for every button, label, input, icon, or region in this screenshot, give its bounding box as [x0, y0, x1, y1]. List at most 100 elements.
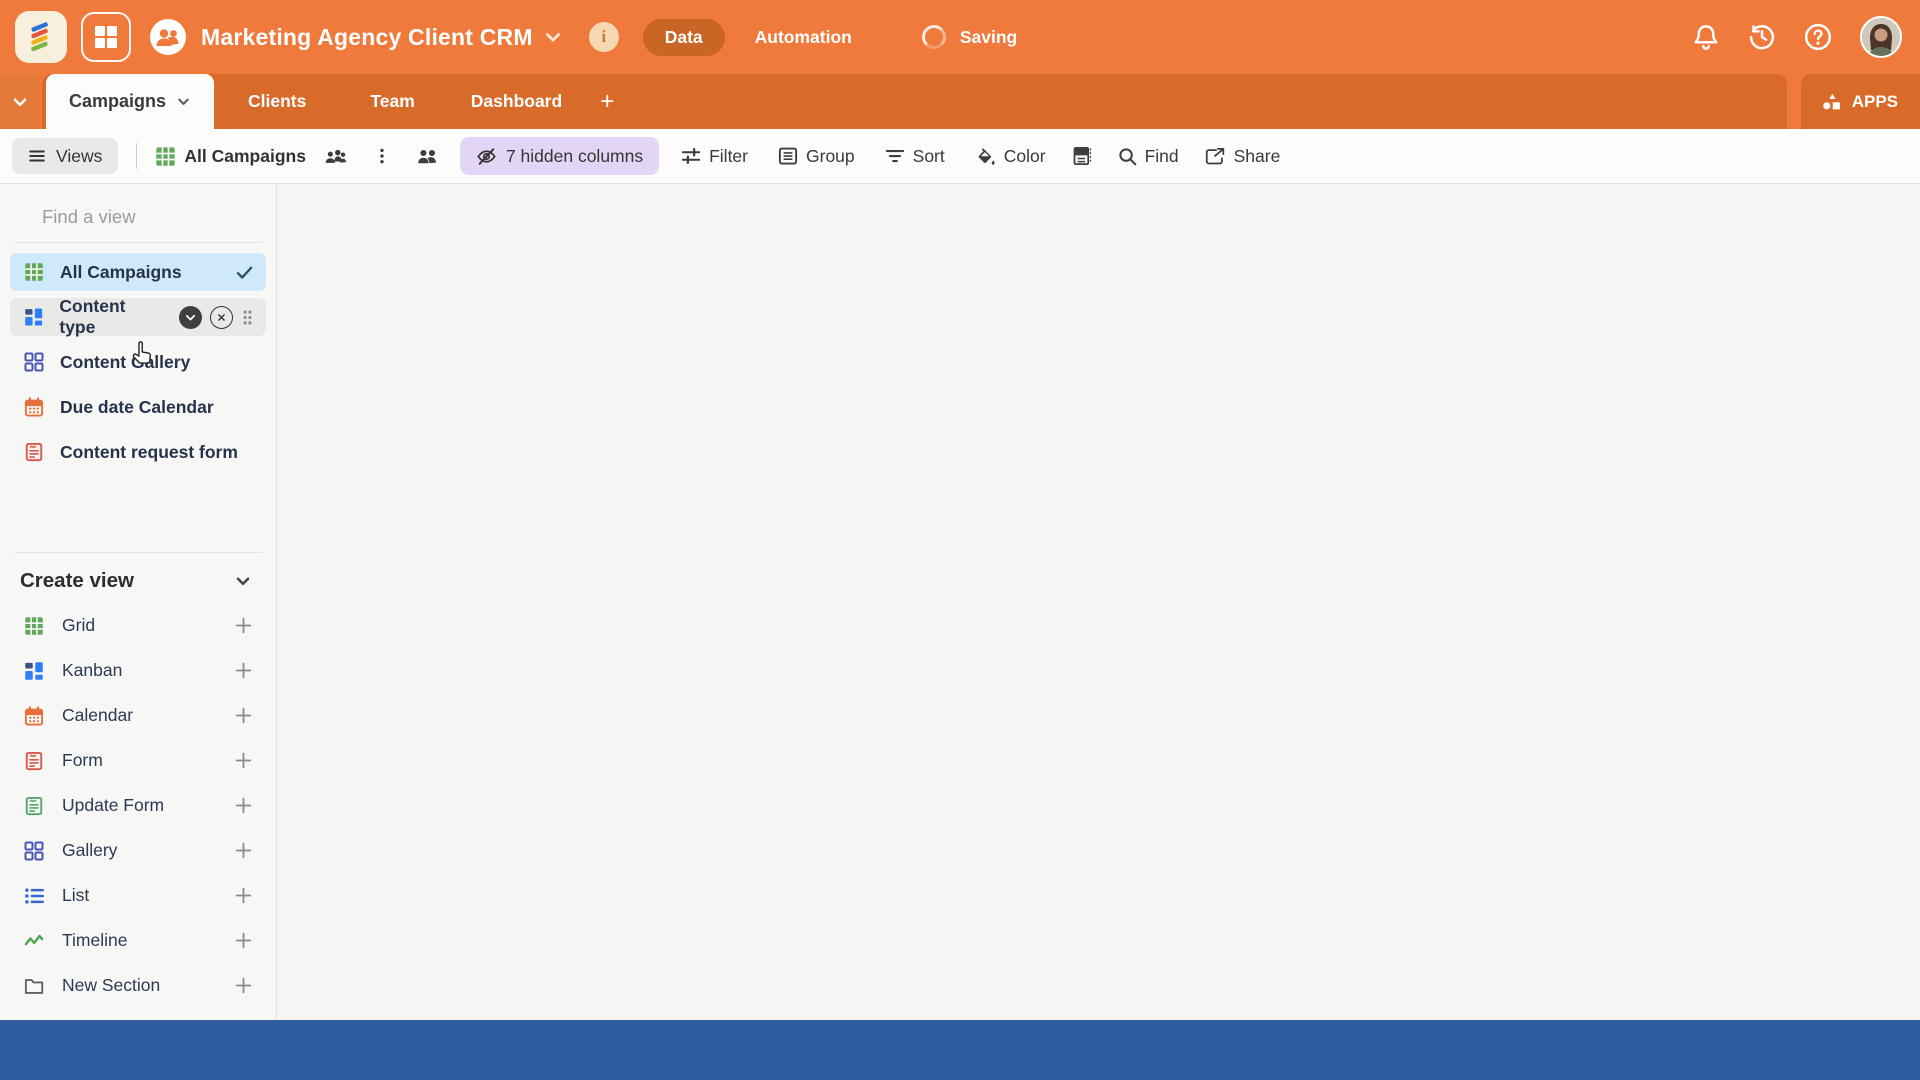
plus-icon[interactable] — [235, 797, 252, 814]
filter-label: Filter — [709, 146, 748, 167]
views-button-label: Views — [56, 146, 102, 167]
view-item-content-gallery[interactable]: Content Gallery — [10, 343, 266, 381]
find-button[interactable]: Find — [1118, 146, 1179, 167]
topbar-actions — [1692, 16, 1902, 58]
grid-icon — [24, 262, 44, 282]
find-label: Find — [1145, 146, 1179, 167]
hamburger-icon — [28, 147, 46, 165]
form-icon — [24, 751, 44, 771]
view-item-label: Due date Calendar — [60, 397, 214, 418]
color-button[interactable]: Color — [975, 146, 1046, 167]
table-canvas — [277, 184, 1920, 1020]
views-sidebar: All Campaigns Content type Content Galle… — [0, 184, 277, 1020]
create-view-label: Grid — [62, 615, 95, 636]
create-view-kanban[interactable]: Kanban — [0, 648, 276, 693]
create-view-label: Form — [62, 750, 103, 771]
stackby-logo[interactable] — [15, 11, 67, 63]
create-view-grid[interactable]: Grid — [0, 603, 276, 648]
info-icon[interactable]: i — [589, 22, 619, 52]
view-item-label: All Campaigns — [60, 262, 182, 283]
grid-icon — [155, 146, 176, 167]
kanban-icon — [24, 661, 44, 681]
view-delete-x-icon[interactable] — [210, 306, 233, 329]
create-view-form[interactable]: Form — [0, 738, 276, 783]
paint-bucket-icon — [975, 147, 996, 166]
topbar: Marketing Agency Client CRM i Data Autom… — [0, 0, 1920, 74]
create-view-list[interactable]: List — [0, 873, 276, 918]
share-button[interactable]: Share — [1205, 146, 1281, 167]
stackby-app: Marketing Agency Client CRM i Data Autom… — [0, 0, 1920, 1080]
create-view-update-form[interactable]: Update Form — [0, 783, 276, 828]
share-icon — [1205, 147, 1226, 166]
current-view-selector[interactable]: All Campaigns — [155, 146, 306, 167]
create-view-timeline[interactable]: Timeline — [0, 918, 276, 963]
update-form-icon — [24, 796, 44, 816]
plus-icon[interactable] — [235, 977, 252, 994]
create-view-header[interactable]: Create view — [0, 553, 276, 603]
plus-icon[interactable] — [235, 842, 252, 859]
selected-check-icon — [235, 263, 254, 282]
nav-tab-data[interactable]: Data — [643, 19, 725, 56]
plus-icon[interactable] — [235, 707, 252, 724]
create-view-calendar[interactable]: Calendar — [0, 693, 276, 738]
workspace-collaborators-icon[interactable] — [149, 18, 187, 56]
share-label: Share — [1234, 146, 1281, 167]
view-item-content-request-form[interactable]: Content request form — [10, 433, 266, 471]
find-view-input[interactable] — [42, 206, 285, 228]
drag-handle-icon[interactable] — [241, 308, 254, 327]
group-button[interactable]: Group — [778, 146, 855, 167]
create-view-label: Kanban — [62, 660, 122, 681]
create-view-label: New Section — [62, 975, 160, 996]
plus-icon[interactable] — [235, 662, 252, 679]
tab-campaigns[interactable]: Campaigns — [46, 74, 214, 129]
base-title-chevron-icon[interactable] — [543, 27, 563, 47]
add-table-button[interactable]: + — [600, 90, 614, 114]
hidden-columns-label: 7 hidden columns — [506, 146, 643, 167]
plus-icon[interactable] — [235, 617, 252, 634]
create-view-section: Create view Grid Kanban Calendar — [0, 552, 276, 1008]
create-view-new-section[interactable]: New Section — [0, 963, 276, 1008]
views-button[interactable]: Views — [12, 138, 118, 174]
view-collapse-chevron-icon[interactable] — [179, 306, 202, 329]
eye-slash-icon — [476, 147, 497, 166]
tab-dashboard[interactable]: Dashboard — [471, 91, 562, 112]
gallery-icon — [24, 841, 44, 861]
app-grid-button[interactable] — [81, 12, 131, 62]
calendar-icon — [24, 706, 44, 726]
view-item-content-type[interactable]: Content type — [10, 298, 266, 336]
row-height-icon[interactable] — [1072, 146, 1092, 166]
plus-icon[interactable] — [235, 752, 252, 769]
sort-button[interactable]: Sort — [885, 146, 945, 167]
tabbar-collapse-chevron-icon[interactable] — [0, 74, 40, 129]
help-icon[interactable] — [1804, 23, 1832, 51]
sort-label: Sort — [913, 146, 945, 167]
create-view-gallery[interactable]: Gallery — [0, 828, 276, 873]
apps-panel-button[interactable]: APPS — [1801, 74, 1920, 129]
table-tabbar: Campaigns Clients Team Dashboard + APPS — [0, 74, 1920, 129]
history-icon[interactable] — [1748, 23, 1776, 51]
tab-clients[interactable]: Clients — [248, 91, 306, 112]
create-view-label: List — [62, 885, 89, 906]
tab-campaigns-chevron-icon — [176, 94, 191, 109]
filter-button[interactable]: Filter — [681, 146, 748, 167]
hidden-columns-badge[interactable]: 7 hidden columns — [460, 137, 659, 175]
view-menu-kebab-icon[interactable] — [373, 147, 391, 165]
view-collaborators-icon[interactable] — [324, 147, 347, 166]
gallery-icon — [24, 352, 44, 372]
share-collaborators-icon[interactable] — [417, 147, 438, 166]
form-icon — [24, 442, 44, 462]
user-avatar[interactable] — [1860, 16, 1902, 58]
notifications-bell-icon[interactable] — [1692, 23, 1720, 51]
view-item-label: Content Gallery — [60, 352, 190, 373]
create-view-label: Gallery — [62, 840, 117, 861]
apps-label: APPS — [1852, 92, 1898, 112]
plus-icon[interactable] — [235, 887, 252, 904]
tab-team[interactable]: Team — [370, 91, 414, 112]
plus-icon[interactable] — [235, 932, 252, 949]
view-item-due-date-calendar[interactable]: Due date Calendar — [10, 388, 266, 426]
bottom-bar — [0, 1020, 1920, 1080]
color-label: Color — [1004, 146, 1046, 167]
nav-tab-automation[interactable]: Automation — [755, 27, 852, 48]
view-item-all-campaigns[interactable]: All Campaigns — [10, 253, 266, 291]
create-view-label: Update Form — [62, 795, 164, 816]
